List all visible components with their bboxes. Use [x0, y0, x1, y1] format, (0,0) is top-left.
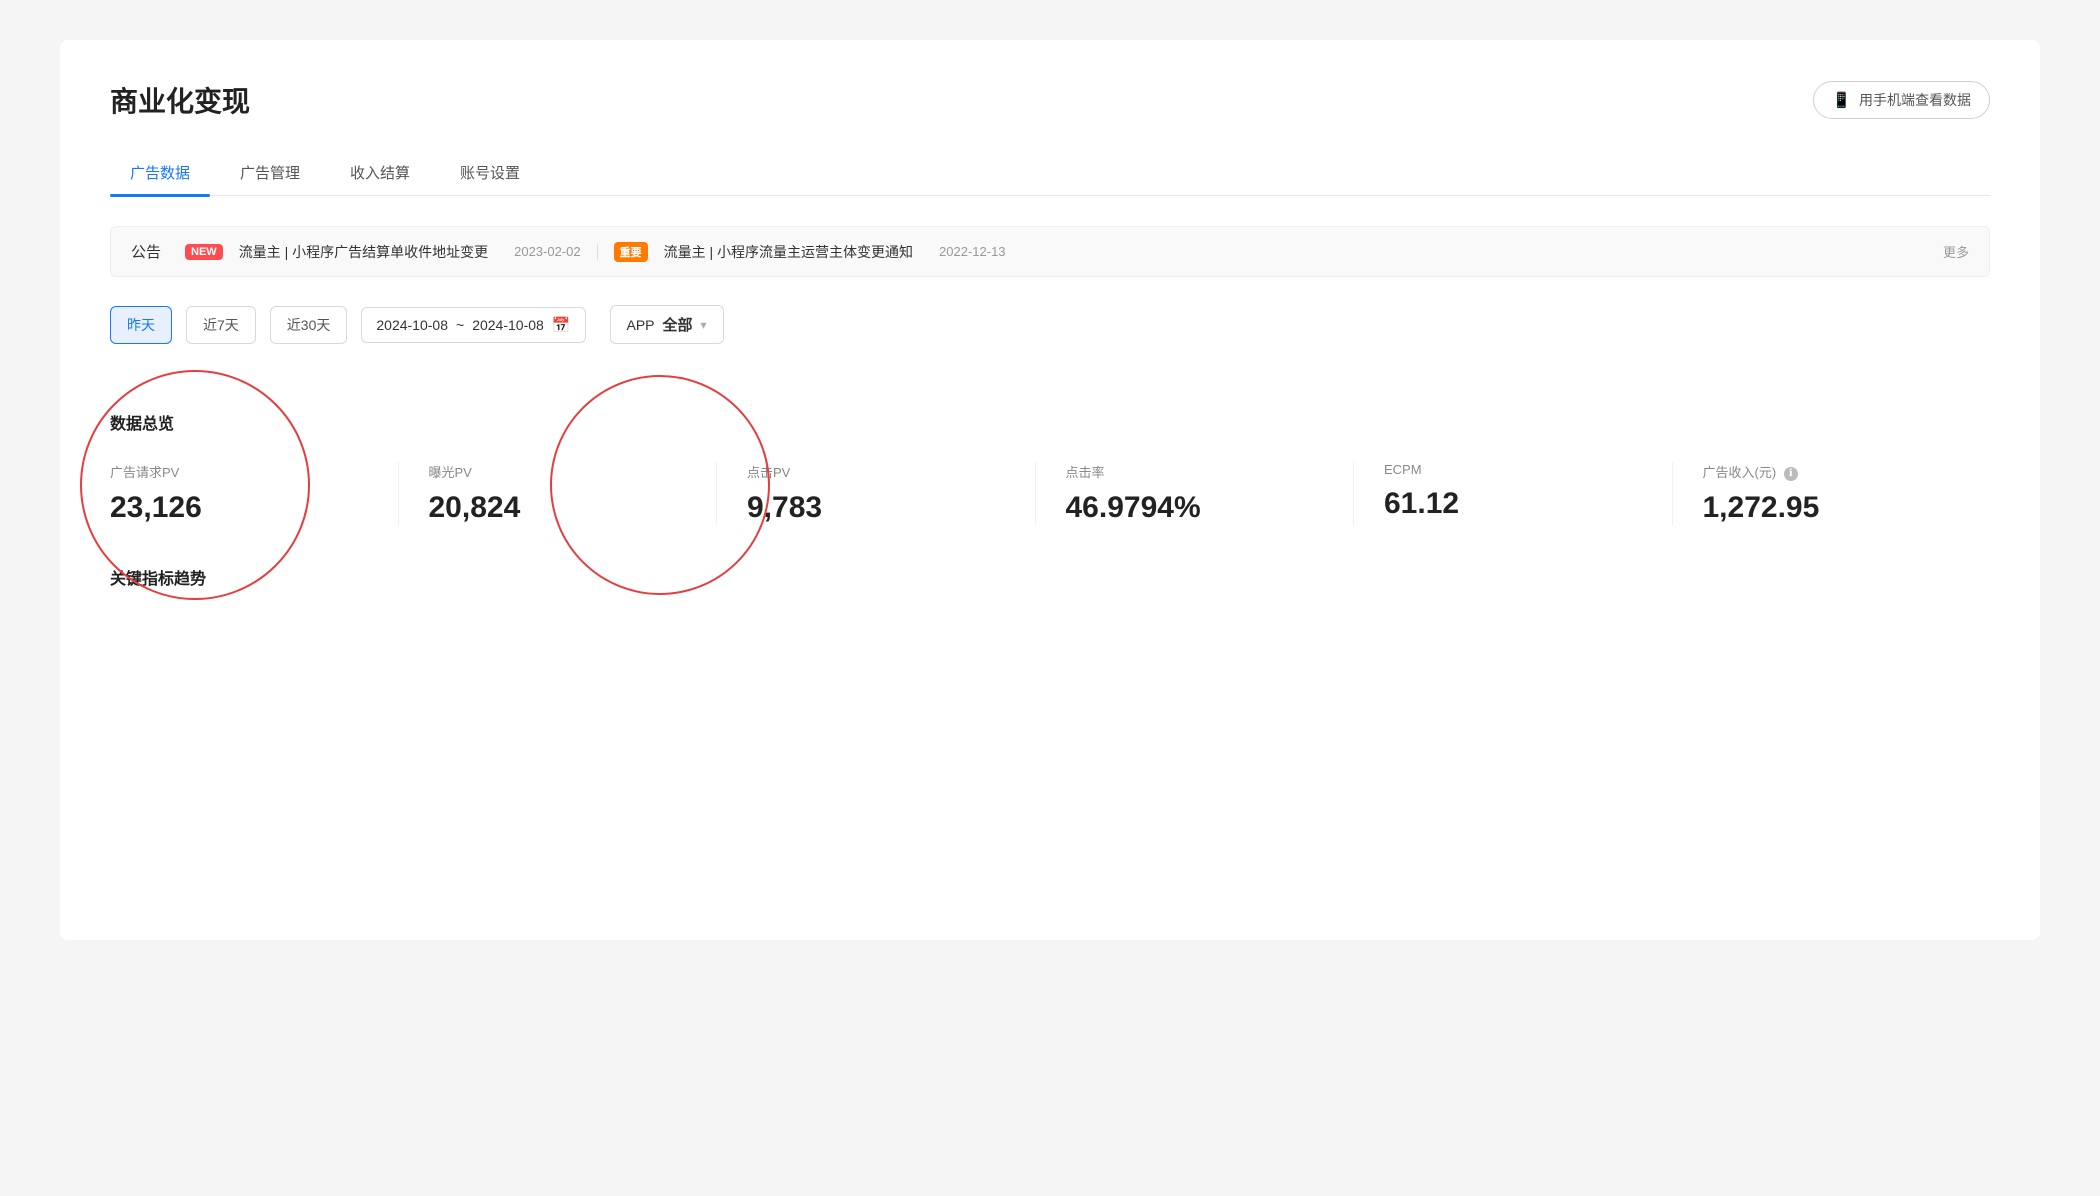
stats-grid: 广告请求PV 23,126 曝光PV 20,824 点击PV 9,783 点击率… — [110, 462, 1990, 525]
trends-title: 关键指标趋势 — [110, 565, 1990, 589]
app-filter-dropdown[interactable]: APP 全部 ▾ — [610, 305, 724, 344]
stat-value-ctr: 46.9794% — [1066, 491, 1324, 525]
mobile-view-button[interactable]: 📱 用手机端查看数据 — [1813, 81, 1990, 119]
chevron-down-icon: ▾ — [701, 318, 707, 332]
stat-value-ad-request-pv: 23,126 — [110, 491, 368, 525]
tab-ad-data[interactable]: 广告数据 — [110, 150, 210, 195]
stats-section-title: 数据总览 — [110, 410, 1990, 434]
stat-value-ecpm: 61.12 — [1384, 487, 1642, 521]
announce-text-1[interactable]: 流量主 | 小程序广告结算单收件地址变更 — [239, 242, 488, 262]
stat-label-click-pv: 点击PV — [747, 462, 1005, 481]
calendar-icon: 📅 — [552, 316, 571, 334]
stat-label-ctr: 点击率 — [1066, 462, 1324, 481]
tab-income[interactable]: 收入结算 — [330, 150, 430, 195]
trends-section: 关键指标趋势 — [110, 565, 1990, 589]
page-header: 商业化变现 📱 用手机端查看数据 — [110, 80, 1990, 120]
announce-divider — [597, 244, 598, 260]
filter-bar: 昨天 近7天 近30天 2024-10-08 ~ 2024-10-08 📅 AP… — [110, 305, 1990, 344]
tab-ad-mgmt[interactable]: 广告管理 — [220, 150, 320, 195]
badge-important: 重要 — [614, 242, 648, 262]
announce-date-1: 2023-02-02 — [514, 244, 581, 259]
stat-item-ecpm: ECPM 61.12 — [1384, 462, 1673, 525]
time-btn-7days[interactable]: 近7天 — [186, 306, 256, 344]
mobile-btn-label: 用手机端查看数据 — [1859, 90, 1971, 110]
phone-icon: 📱 — [1832, 91, 1851, 109]
date-range-picker[interactable]: 2024-10-08 ~ 2024-10-08 📅 — [361, 307, 585, 343]
date-start: 2024-10-08 — [376, 317, 448, 333]
stat-item-ad-revenue: 广告收入(元) ℹ 1,272.95 — [1703, 462, 1991, 525]
badge-new: NEW — [185, 244, 223, 260]
stat-item-ctr: 点击率 46.9794% — [1066, 462, 1355, 525]
stat-label-impression-pv: 曝光PV — [429, 462, 687, 481]
stat-item-impression-pv: 曝光PV 20,824 — [429, 462, 718, 525]
more-link[interactable]: 更多 — [1943, 242, 1969, 261]
announcement-bar: 公告 NEW 流量主 | 小程序广告结算单收件地址变更 2023-02-02 重… — [110, 226, 1990, 277]
announce-label: 公告 — [131, 241, 161, 262]
stat-value-impression-pv: 20,824 — [429, 491, 687, 525]
stats-section: 数据总览 广告请求PV 23,126 曝光PV 20,824 点击PV 9,78… — [110, 380, 1990, 545]
time-btn-yesterday[interactable]: 昨天 — [110, 306, 172, 344]
page-container: 商业化变现 📱 用手机端查看数据 广告数据 广告管理 收入结算 账号设置 公告 — [0, 40, 2100, 1196]
app-filter-value: 全部 — [663, 314, 693, 335]
tabs-row: 广告数据 广告管理 收入结算 账号设置 — [110, 150, 1990, 196]
stat-label-ad-request-pv: 广告请求PV — [110, 462, 368, 481]
stat-label-ecpm: ECPM — [1384, 462, 1642, 477]
main-content: 商业化变现 📱 用手机端查看数据 广告数据 广告管理 收入结算 账号设置 公告 — [60, 40, 2040, 940]
tab-account[interactable]: 账号设置 — [440, 150, 540, 195]
stat-label-ad-revenue: 广告收入(元) ℹ — [1703, 462, 1961, 481]
stat-value-ad-revenue: 1,272.95 — [1703, 491, 1961, 525]
announce-text-2[interactable]: 流量主 | 小程序流量主运营主体变更通知 — [664, 242, 913, 262]
app-filter-label: APP — [627, 317, 655, 333]
page-title: 商业化变现 — [110, 80, 250, 120]
date-separator: ~ — [456, 317, 464, 333]
date-end: 2024-10-08 — [472, 317, 544, 333]
announce-date-2: 2022-12-13 — [939, 244, 1006, 259]
stat-item-ad-request-pv: 广告请求PV 23,126 — [110, 462, 399, 525]
stat-item-click-pv: 点击PV 9,783 — [747, 462, 1036, 525]
info-icon[interactable]: ℹ — [1784, 467, 1798, 481]
time-btn-30days[interactable]: 近30天 — [270, 306, 348, 344]
stat-value-click-pv: 9,783 — [747, 491, 1005, 525]
